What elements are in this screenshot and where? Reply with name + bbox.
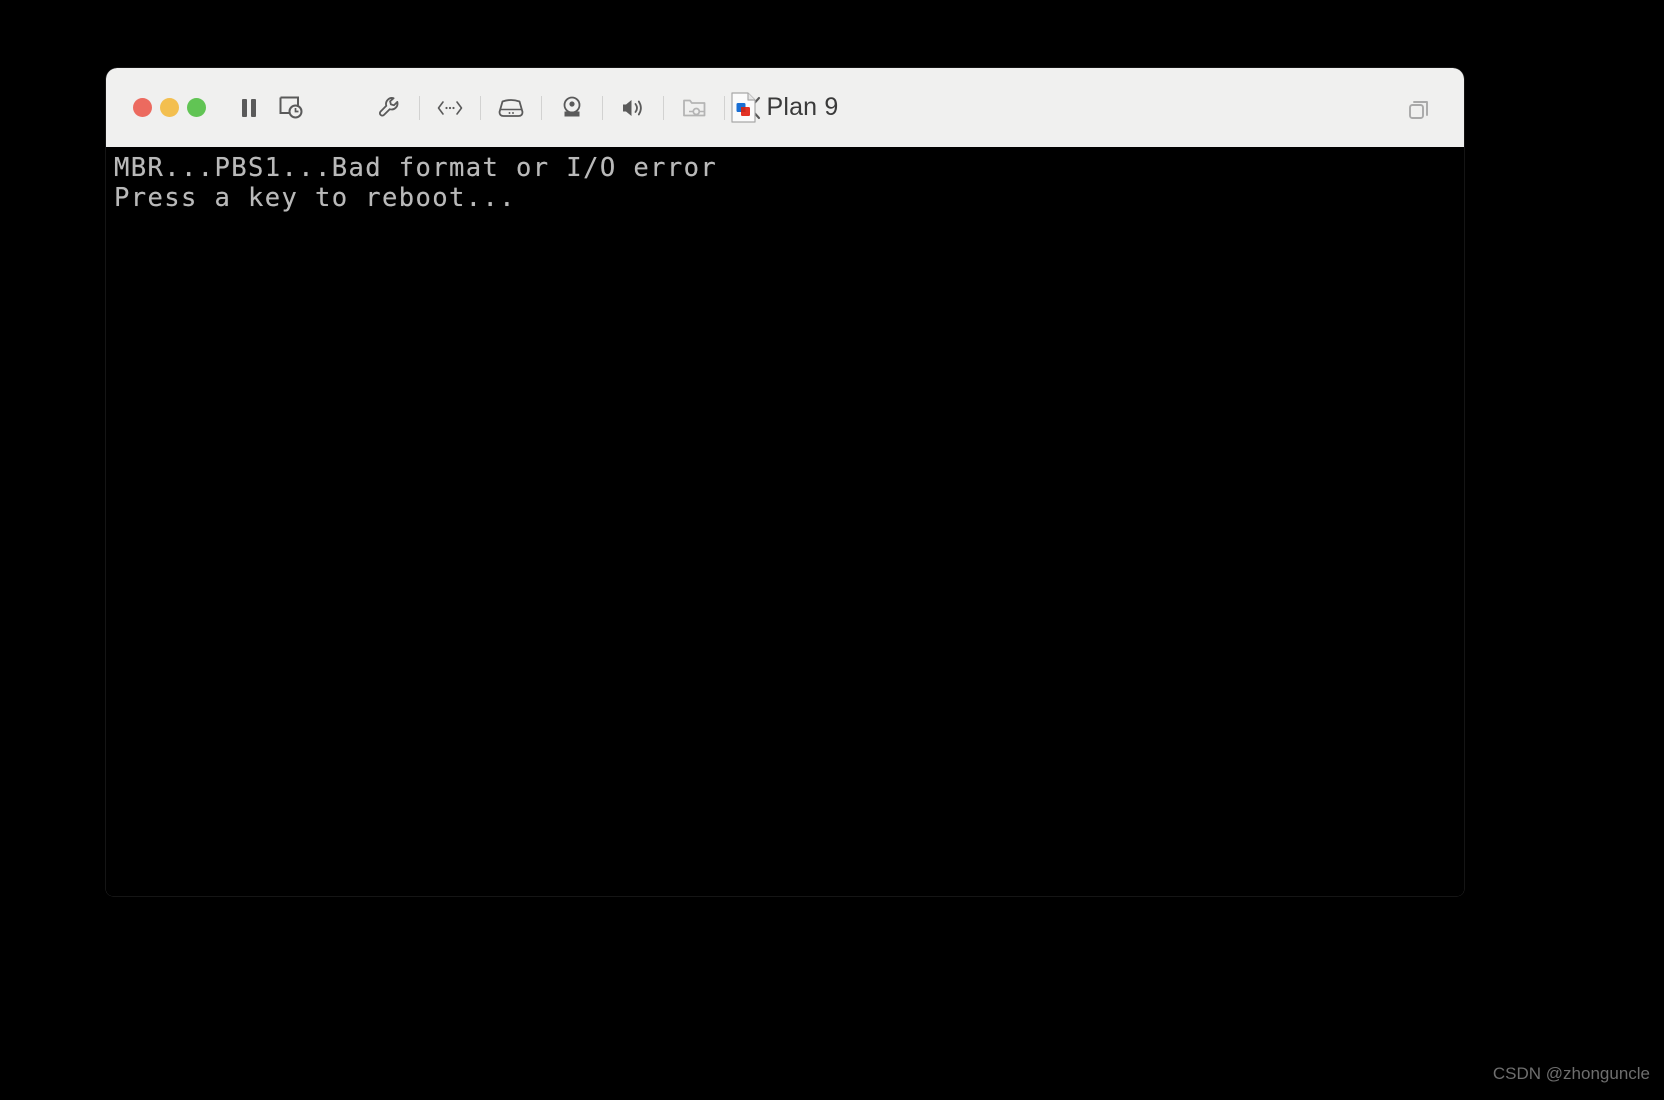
network-button[interactable]	[429, 87, 471, 129]
vm-window: Plan 9 MBR...PBS1...Bad format or I/O er…	[106, 68, 1464, 896]
toolbar-separator	[541, 95, 542, 120]
guest-display[interactable]: MBR...PBS1...Bad format or I/O error Pre…	[106, 147, 1464, 896]
hard-disk-button[interactable]	[490, 87, 532, 129]
shared-folder-icon	[681, 96, 708, 119]
pause-icon	[238, 96, 260, 120]
toolbar-separator	[663, 95, 664, 120]
window-stack-icon	[1406, 95, 1432, 121]
desktop-background: Plan 9 MBR...PBS1...Bad format or I/O er…	[0, 0, 1664, 1100]
sound-icon	[620, 96, 646, 120]
view-windows-button[interactable]	[1398, 87, 1440, 129]
camera-icon	[559, 95, 585, 120]
minimize-button[interactable]	[160, 98, 179, 117]
back-chevron-icon	[746, 95, 764, 121]
settings-wrench-icon	[377, 95, 402, 120]
toolbar-separator	[480, 95, 481, 120]
guest-console-text: MBR...PBS1...Bad format or I/O error Pre…	[114, 153, 718, 213]
toolbar-separator	[419, 95, 420, 120]
traffic-light-group	[133, 98, 206, 117]
sound-button[interactable]	[612, 87, 654, 129]
camera-button[interactable]	[551, 87, 593, 129]
toolbar-separator	[724, 95, 725, 120]
hard-disk-icon	[497, 97, 525, 119]
back-button[interactable]	[734, 87, 776, 129]
toolbar-separator	[602, 95, 603, 120]
shared-folders-button[interactable]	[673, 87, 715, 129]
snapshot-button[interactable]	[270, 87, 312, 129]
snapshot-icon	[278, 95, 304, 120]
toolbar-right-group	[1398, 68, 1440, 147]
window-toolbar: Plan 9	[106, 68, 1464, 148]
network-icon	[436, 99, 464, 117]
watermark-text: CSDN @zhonguncle	[1492, 1064, 1650, 1083]
maximize-button[interactable]	[187, 98, 206, 117]
settings-button[interactable]	[368, 87, 410, 129]
pause-button[interactable]	[228, 87, 270, 129]
close-button[interactable]	[133, 98, 152, 117]
window-title: Plan 9	[766, 93, 839, 121]
